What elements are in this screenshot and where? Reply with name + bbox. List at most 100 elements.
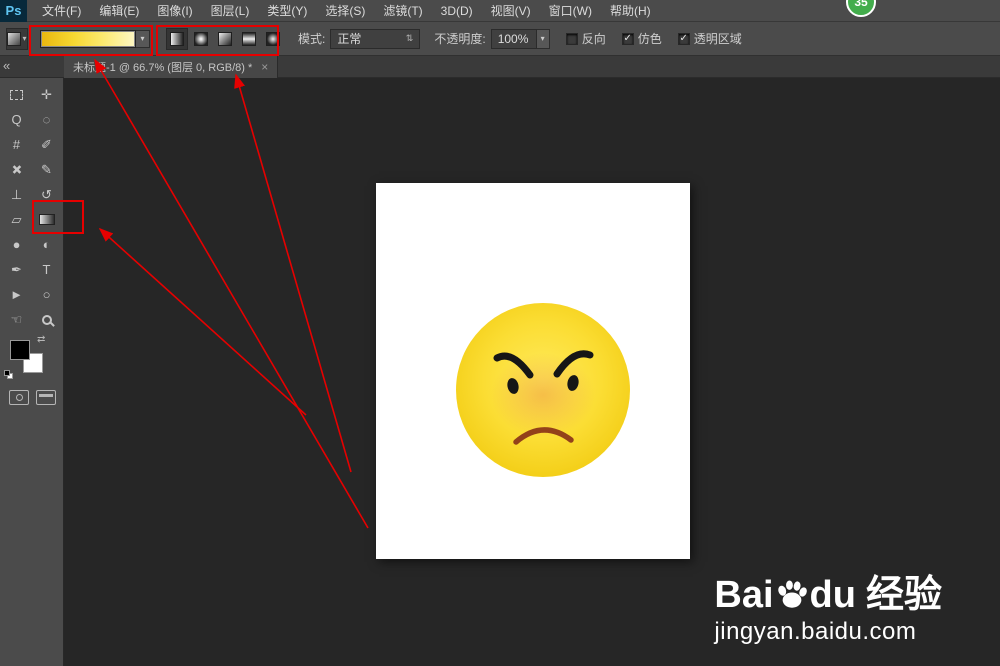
dodge-icon: ◐ bbox=[42, 237, 51, 252]
close-icon[interactable]: × bbox=[261, 60, 268, 74]
default-colors-icon[interactable] bbox=[4, 370, 14, 380]
path-selection-tool[interactable]: ► bbox=[2, 282, 32, 307]
watermark-url: jingyan.baidu.com bbox=[714, 618, 917, 645]
eraser-tool[interactable]: ▱ bbox=[2, 207, 32, 232]
watermark-brand-a: Bai bbox=[714, 574, 774, 616]
reflected-gradient-button[interactable] bbox=[238, 28, 260, 50]
opacity-field[interactable]: 100% bbox=[490, 28, 537, 49]
mode-select[interactable]: 正常 ⇅ bbox=[330, 28, 421, 49]
spot-healing-brush-tool[interactable]: ✚ bbox=[2, 157, 32, 182]
dither-checkbox[interactable]: ✓ bbox=[621, 32, 634, 45]
angle-gradient-button[interactable] bbox=[214, 28, 236, 50]
screen-mode-button[interactable] bbox=[36, 390, 56, 405]
diamond-gradient-button[interactable] bbox=[262, 28, 284, 50]
history-brush-icon: ↺ bbox=[41, 186, 52, 202]
diamond-gradient-icon bbox=[266, 31, 280, 46]
quick-mask-button[interactable] bbox=[9, 390, 29, 405]
zoom-icon bbox=[41, 314, 55, 327]
watermark-brand-b: du bbox=[809, 574, 856, 616]
photoshop-window: Ps 文件(F) 编辑(E) 图像(I) 图层(L) 类型(Y) 选择(S) 滤… bbox=[0, 0, 1000, 666]
eraser-icon: ▱ bbox=[11, 211, 22, 227]
blur-tool[interactable]: ● bbox=[2, 232, 32, 257]
menu-file[interactable]: 文件(F) bbox=[33, 0, 90, 22]
clone-stamp-icon: ⊥ bbox=[10, 186, 23, 202]
screen-mode-icon bbox=[39, 394, 53, 397]
type-icon: T bbox=[42, 262, 51, 277]
transparency-checkbox[interactable]: ✓ bbox=[677, 32, 690, 45]
eyedropper-tool[interactable]: ✐ bbox=[32, 132, 62, 157]
document-tab-title: 未标题-1 @ 66.7% (图层 0, RGB/8) * bbox=[73, 62, 253, 74]
menu-type[interactable]: 类型(Y) bbox=[258, 0, 316, 22]
hand-icon: ☜ bbox=[10, 311, 23, 327]
pen-icon: ✒ bbox=[11, 261, 22, 277]
menu-help[interactable]: 帮助(H) bbox=[601, 0, 660, 22]
gradient-picker[interactable]: ▾ bbox=[40, 29, 150, 48]
menu-window[interactable]: 窗口(W) bbox=[540, 0, 601, 22]
swap-colors-icon[interactable]: ⇄ bbox=[37, 334, 45, 345]
history-brush-tool[interactable]: ↺ bbox=[32, 182, 62, 207]
menu-select[interactable]: 选择(S) bbox=[316, 0, 374, 22]
gradient-dropdown-arrow[interactable]: ▾ bbox=[136, 29, 150, 48]
lasso-tool[interactable]: Q bbox=[2, 107, 32, 132]
document-tab-bar: « 未标题-1 @ 66.7% (图层 0, RGB/8) * × bbox=[0, 56, 1000, 78]
document-tab[interactable]: 未标题-1 @ 66.7% (图层 0, RGB/8) * × bbox=[64, 56, 279, 78]
angle-gradient-icon bbox=[218, 31, 232, 46]
zoom-tool[interactable] bbox=[32, 307, 62, 332]
rectangular-marquee-tool[interactable] bbox=[2, 82, 32, 107]
gradient-preview-swatch[interactable] bbox=[40, 29, 136, 48]
updown-arrows-icon: ⇅ bbox=[405, 33, 414, 43]
collapse-panel-icon[interactable]: « bbox=[3, 58, 10, 73]
ellipse-tool[interactable]: ○ bbox=[32, 282, 62, 307]
healing-brush-icon: ✚ bbox=[7, 159, 27, 179]
menu-layer[interactable]: 图层(L) bbox=[202, 0, 259, 22]
options-bar: ▾ ▾ 模式: 正常 ⇅ 不透明度: 100% ▾ 反向 ✓ 仿色 ✓ 透明区域 bbox=[0, 22, 1000, 56]
chevron-down-icon: ▾ bbox=[22, 34, 27, 43]
dodge-tool[interactable]: ◐ bbox=[32, 232, 62, 257]
type-tool[interactable]: T bbox=[32, 257, 62, 282]
checkmark-icon: ✓ bbox=[679, 33, 688, 44]
quick-selection-tool[interactable]: ◌ bbox=[32, 107, 62, 132]
menu-3d[interactable]: 3D(D) bbox=[432, 0, 482, 22]
hand-tool[interactable]: ☜ bbox=[2, 307, 32, 332]
color-swatches: ⇄ bbox=[4, 334, 50, 380]
photoshop-logo-icon[interactable]: Ps bbox=[0, 0, 27, 22]
sad-face-artwork bbox=[456, 303, 630, 477]
transparency-label: 透明区域 bbox=[693, 32, 742, 46]
baidu-paw-icon bbox=[777, 580, 807, 608]
linear-gradient-button[interactable] bbox=[166, 27, 188, 50]
reverse-checkbox[interactable] bbox=[565, 32, 578, 45]
gradient-tool[interactable] bbox=[32, 207, 62, 232]
opacity-label: 不透明度: bbox=[434, 32, 486, 46]
dither-label: 仿色 bbox=[637, 32, 662, 46]
canvas-area[interactable]: Bai du 经验 jingyan.baidu.com bbox=[64, 78, 1000, 666]
tool-preset-picker[interactable]: ▾ bbox=[6, 27, 28, 50]
pen-tool[interactable]: ✒ bbox=[2, 257, 32, 282]
move-icon: ✛ bbox=[41, 86, 52, 102]
watermark-suffix: 经验 bbox=[865, 574, 942, 616]
brush-icon: ✎ bbox=[41, 161, 52, 177]
linear-gradient-icon bbox=[170, 31, 184, 46]
document-canvas[interactable] bbox=[376, 183, 690, 559]
menu-filter[interactable]: 滤镜(T) bbox=[374, 0, 431, 22]
move-tool[interactable]: ✛ bbox=[32, 82, 62, 107]
brush-tool[interactable]: ✎ bbox=[32, 157, 62, 182]
eyedropper-icon: ✐ bbox=[41, 136, 52, 152]
foreground-color-swatch[interactable] bbox=[10, 340, 30, 360]
opacity-value: 100% bbox=[497, 31, 529, 46]
clone-stamp-tool[interactable]: ⊥ bbox=[2, 182, 32, 207]
gradient-tool-preset-icon bbox=[7, 31, 22, 46]
mode-value: 正常 bbox=[337, 32, 362, 46]
quick-mask-icon bbox=[15, 394, 23, 401]
tools-panel: ✛ Q ◌ # ✐ ✚ ✎ ⊥ ↺ ▱ ● ◐ ✒ T ► ○ ☜ ⇄ bbox=[0, 78, 64, 666]
menu-edit[interactable]: 编辑(E) bbox=[90, 0, 148, 22]
menu-image[interactable]: 图像(I) bbox=[148, 0, 201, 22]
mode-label: 模式: bbox=[298, 32, 326, 46]
path-selection-icon: ► bbox=[10, 287, 23, 302]
gradient-tool-icon bbox=[38, 214, 55, 225]
opacity-dropdown-arrow[interactable]: ▾ bbox=[536, 28, 550, 49]
baidu-watermark: Bai du 经验 jingyan.baidu.com bbox=[714, 576, 942, 646]
reverse-label: 反向 bbox=[581, 32, 606, 46]
radial-gradient-button[interactable] bbox=[190, 28, 212, 50]
crop-tool[interactable]: # bbox=[2, 132, 32, 157]
menu-view[interactable]: 视图(V) bbox=[482, 0, 540, 22]
